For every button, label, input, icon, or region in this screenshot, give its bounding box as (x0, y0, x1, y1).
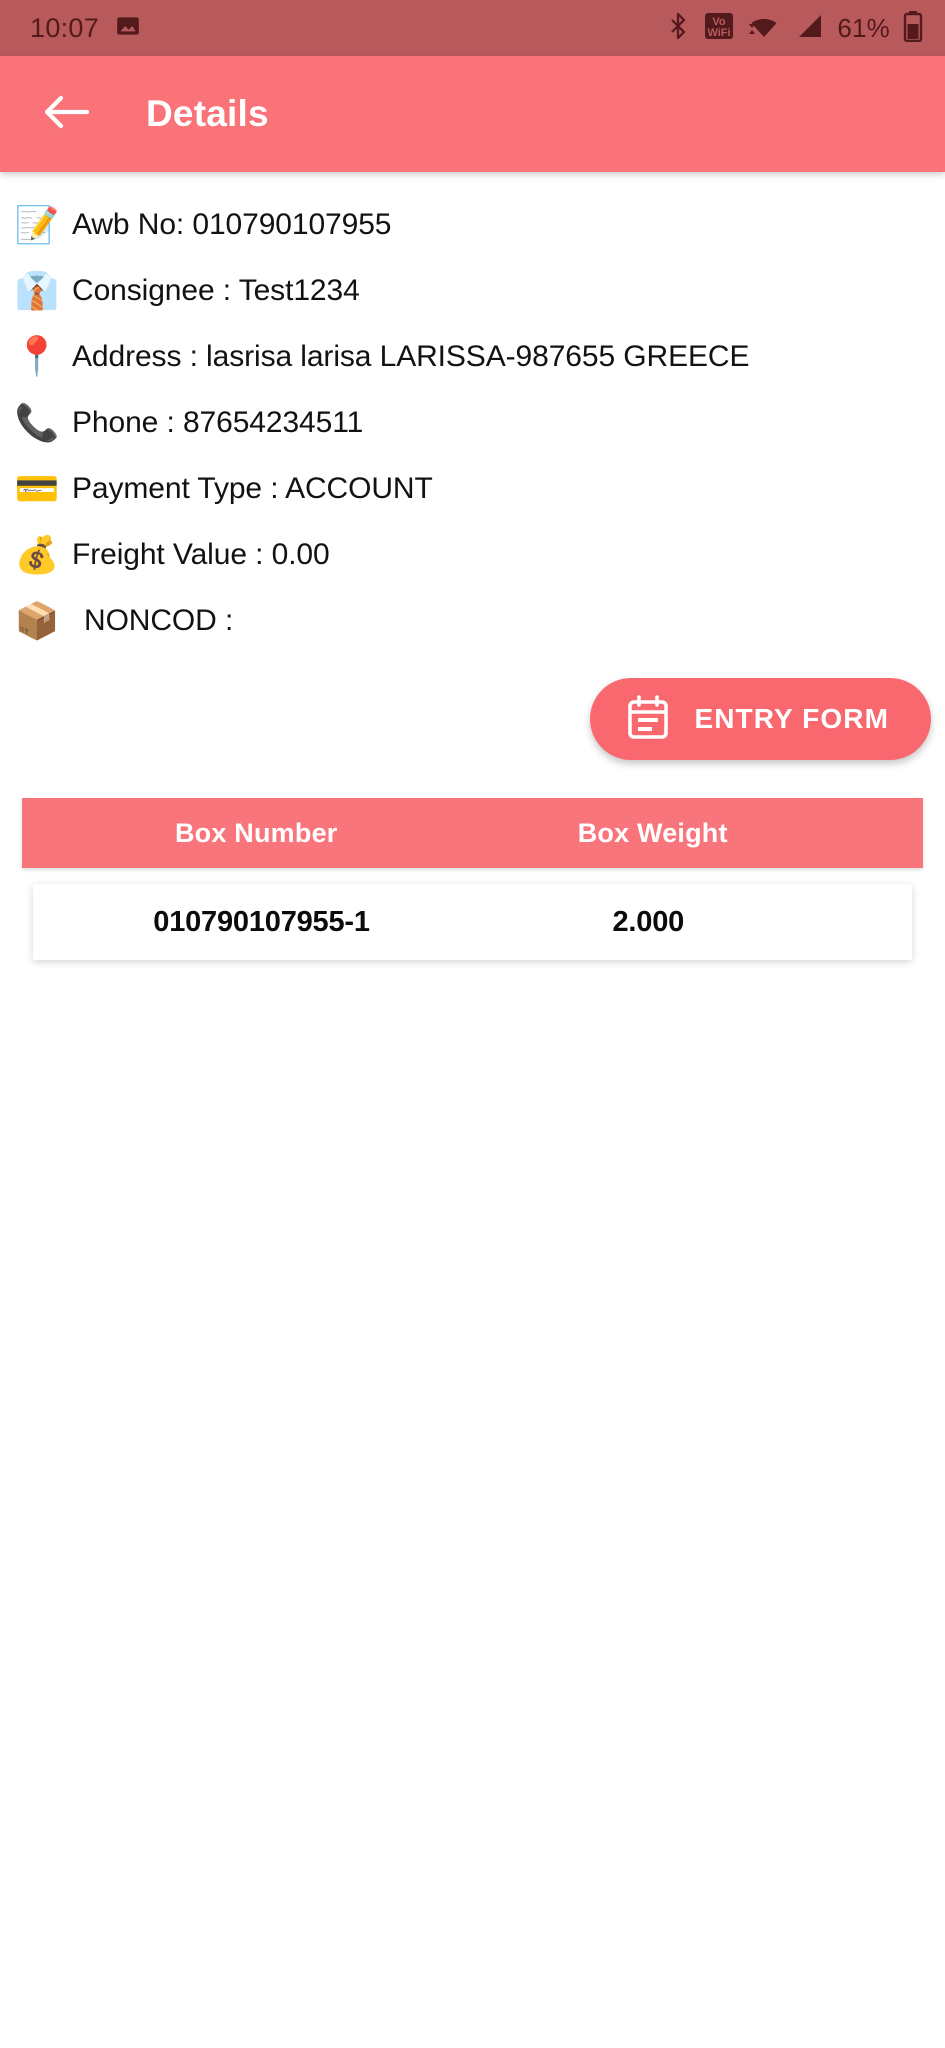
detail-awb-no-text: Awb No: 010790107955 (72, 208, 392, 241)
shipment-details-list: 📝 Awb No: 010790107955 👔 Consignee : Tes… (0, 172, 945, 654)
detail-row-noncod: 📦 NONCOD : (0, 588, 945, 654)
detail-payment-type-text: Payment Type : ACCOUNT (72, 472, 433, 505)
cell-box-number: 010790107955-1 (153, 905, 370, 938)
table-row[interactable]: 010790107955-1 2.000 (33, 884, 912, 960)
calendar-form-icon (626, 694, 670, 744)
image-notification-icon (115, 13, 141, 44)
bluetooth-icon (667, 12, 691, 45)
box-table-header: Box Number Box Weight (22, 798, 923, 868)
cellular-signal-icon (794, 12, 824, 45)
detail-consignee-text: Consignee : Test1234 (72, 274, 360, 307)
detail-row-phone: 📞 Phone : 87654234511 (0, 390, 945, 456)
page-title: Details (146, 93, 269, 134)
businessman-icon: 👔 (14, 270, 60, 311)
detail-row-freight-value: 💰 Freight Value : 0.00 (0, 522, 945, 588)
detail-address-text: Address : lasrisa larisa LARISSA-987655 … (72, 340, 750, 373)
detail-phone-text: Phone : 87654234511 (72, 406, 364, 439)
location-pin-icon: 📍 (13, 336, 61, 378)
status-bar: 10:07 Vo WiFi 61% (0, 0, 945, 56)
box-table: Box Number Box Weight 010790107955-1 2.0… (0, 798, 945, 960)
battery-percent-label: 61% (837, 12, 890, 43)
column-header-box-weight: Box Weight (577, 817, 728, 848)
entry-form-button-container: ENTRY FORM (0, 678, 945, 760)
detail-freight-value-text: Freight Value : 0.00 (72, 538, 330, 571)
volte-wifi-icon: Vo WiFi (704, 11, 734, 46)
money-growth-icon: 💰 (14, 534, 60, 575)
svg-text:WiFi: WiFi (708, 27, 731, 39)
detail-noncod-text: NONCOD : (84, 604, 234, 637)
cod-package-icon: 📦 (14, 600, 60, 641)
back-button[interactable] (38, 86, 94, 142)
details-screen: 10:07 Vo WiFi 61% Details 📝 Awb No: 0107… (0, 0, 945, 2048)
app-bar: Details (0, 56, 945, 172)
status-bar-right: Vo WiFi 61% (667, 10, 923, 47)
memo-icon: 📝 (14, 204, 60, 245)
status-clock: 10:07 (30, 12, 100, 43)
credit-card-icon: 💳 (14, 468, 60, 509)
cell-box-weight: 2.000 (612, 905, 685, 938)
detail-row-consignee: 👔 Consignee : Test1234 (0, 258, 945, 324)
arrow-left-icon (43, 93, 90, 136)
entry-form-button[interactable]: ENTRY FORM (590, 678, 931, 760)
detail-row-address: 📍 Address : lasrisa larisa LARISSA-98765… (0, 324, 945, 390)
entry-form-button-label: ENTRY FORM (694, 703, 889, 734)
detail-row-payment-type: 💳 Payment Type : ACCOUNT (0, 456, 945, 522)
battery-icon (903, 10, 923, 47)
wifi-icon (747, 12, 781, 45)
detail-row-awb-no: 📝 Awb No: 010790107955 (0, 192, 945, 258)
telephone-icon: 📞 (14, 402, 60, 443)
column-header-box-number: Box Number (174, 817, 338, 848)
status-bar-left: 10:07 (30, 13, 141, 44)
